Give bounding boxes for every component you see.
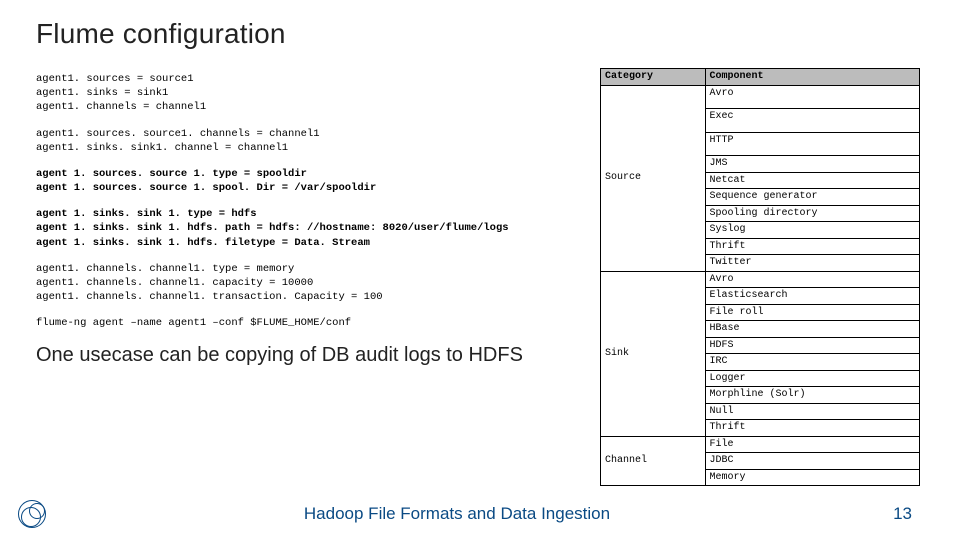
component-cell: Null — [705, 403, 920, 420]
component-cell: Thrift — [705, 420, 920, 437]
slide-footer: Hadoop File Formats and Data Ingestion 1… — [0, 500, 960, 528]
footer-text: Hadoop File Formats and Data Ingestion — [46, 504, 868, 524]
component-cell: JMS — [705, 156, 920, 173]
component-cell: Elasticsearch — [705, 288, 920, 305]
component-cell: Avro — [705, 85, 920, 109]
category-source: Source — [601, 85, 706, 271]
component-cell: IRC — [705, 354, 920, 371]
table-row: Channel File — [601, 436, 920, 453]
category-sink: Sink — [601, 271, 706, 436]
code-block-1: agent1. sources = source1 agent1. sinks … — [36, 72, 576, 115]
col-component: Component — [705, 69, 920, 86]
category-channel: Channel — [601, 436, 706, 486]
component-cell: File roll — [705, 304, 920, 321]
page-title: Flume configuration — [36, 18, 928, 50]
content-area: agent1. sources = source1 agent1. sinks … — [36, 72, 928, 486]
component-cell: HDFS — [705, 337, 920, 354]
code-block-5: agent1. channels. channel1. type = memor… — [36, 262, 576, 305]
code-block-4: agent 1. sinks. sink 1. type = hdfs agen… — [36, 207, 576, 250]
page-number: 13 — [868, 504, 912, 524]
table-row: Sink Avro — [601, 271, 920, 288]
component-cell: Spooling directory — [705, 205, 920, 222]
component-cell: Twitter — [705, 255, 920, 272]
left-column: agent1. sources = source1 agent1. sinks … — [36, 72, 576, 486]
component-cell: Syslog — [705, 222, 920, 239]
slide-page: Flume configuration agent1. sources = so… — [0, 0, 960, 540]
component-cell: Exec — [705, 109, 920, 133]
usecase-text: One usecase can be copying of DB audit l… — [36, 342, 576, 368]
component-cell: Sequence generator — [705, 189, 920, 206]
component-cell: JDBC — [705, 453, 920, 470]
code-block-6: flume-ng agent –name agent1 –conf $FLUME… — [36, 316, 576, 330]
component-cell: Thrift — [705, 238, 920, 255]
component-cell: Logger — [705, 370, 920, 387]
component-cell: Netcat — [705, 172, 920, 189]
code-block-3: agent 1. sources. source 1. type = spool… — [36, 167, 576, 195]
table-header-row: Category Component — [601, 69, 920, 86]
component-cell: HTTP — [705, 132, 920, 156]
component-cell: Avro — [705, 271, 920, 288]
component-table: Category Component Source Avro Exec HTTP… — [600, 68, 920, 486]
cern-logo-icon — [18, 500, 46, 528]
col-category: Category — [601, 69, 706, 86]
component-cell: File — [705, 436, 920, 453]
component-cell: Morphline (Solr) — [705, 387, 920, 404]
right-column: Category Component Source Avro Exec HTTP… — [600, 68, 920, 486]
code-block-2: agent1. sources. source1. channels = cha… — [36, 127, 576, 155]
component-cell: HBase — [705, 321, 920, 338]
component-cell: Memory — [705, 469, 920, 486]
table-row: Source Avro — [601, 85, 920, 109]
